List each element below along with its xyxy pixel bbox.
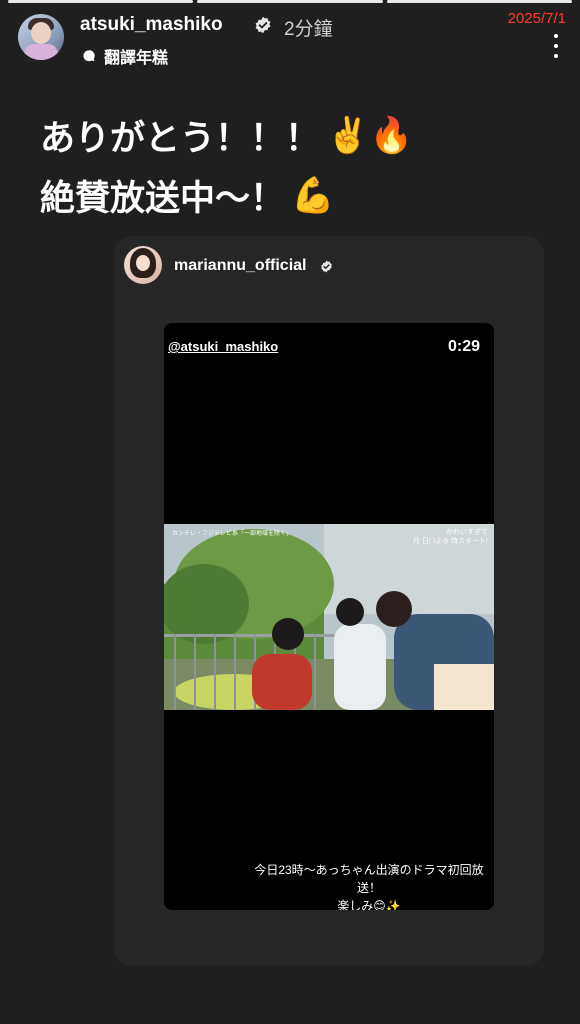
caption-line-2: 絶賛放送中〜！ 💪 (40, 170, 335, 221)
shared-post-avatar[interactable] (124, 246, 162, 284)
subtitle-line-2: 楽しみ😊✨ (337, 899, 401, 910)
translate-label: 翻譯年糕 (104, 50, 169, 67)
video-timestamp: 0:29 (447, 338, 480, 355)
story-progress-bar (8, 0, 572, 3)
progress-segment (386, 0, 572, 3)
flexed-biceps-emoji: 💪 (291, 176, 335, 215)
progress-segment (197, 0, 383, 3)
more-vertical-icon[interactable] (552, 34, 560, 58)
shared-post-username[interactable]: mariannu_official (174, 257, 306, 275)
caption-text-1: ありがとう！！！ (40, 119, 321, 158)
frame-title-line-2: 月 日( )よる 時スタート! (412, 538, 488, 546)
translate-link[interactable]: 翻譯年糕 (82, 44, 168, 68)
video-frame: カンテレ・フジテレビ系「一部地域を除く」 かわいすぎて 月 日( )よる 時スタ… (164, 524, 494, 710)
story-header: atsuki_mashiko 2分鐘 翻譯年糕 2025/7/1 (18, 10, 566, 68)
shared-post-card[interactable]: mariannu_official @atsuki_mashiko 0:29 カ… (114, 236, 544, 966)
frame-title-line-1: かわいすぎて (446, 529, 488, 536)
frame-drama-title: かわいすぎて 月 日( )よる 時スタート! (413, 528, 488, 546)
video-scene-image (164, 524, 494, 710)
frame-broadcast-text: カンテレ・フジテレビ系「一部地域を除く」 (172, 531, 293, 537)
victory-fire-emoji: ✌️🔥 (326, 116, 414, 155)
video-subtitle: 今日23時〜あっちゃん出演のドラマ初回放送！ 楽しみ😊✨ (164, 861, 494, 910)
verified-badge-icon (255, 16, 271, 34)
post-time: 2分鐘 (284, 19, 333, 40)
video-mention[interactable]: @atsuki_mashiko (168, 339, 278, 354)
profile-avatar[interactable] (18, 14, 64, 60)
shared-video[interactable]: @atsuki_mashiko 0:29 カンテレ・フジテレビ系「一部地域を除く… (164, 323, 494, 910)
subtitle-line-1: 今日23時〜あっちゃん出演のドラマ初回放送！ (254, 863, 484, 895)
caption-line-1: ありがとう！！！ ✌️🔥 (40, 110, 413, 161)
caption-text-2: 絶賛放送中〜！ (40, 179, 286, 218)
verified-badge-icon (321, 260, 332, 273)
date-stamp: 2025/7/1 (507, 10, 566, 27)
story-username[interactable]: atsuki_mashiko (80, 14, 223, 36)
speech-bubble-icon (83, 50, 95, 62)
progress-segment (8, 0, 194, 3)
